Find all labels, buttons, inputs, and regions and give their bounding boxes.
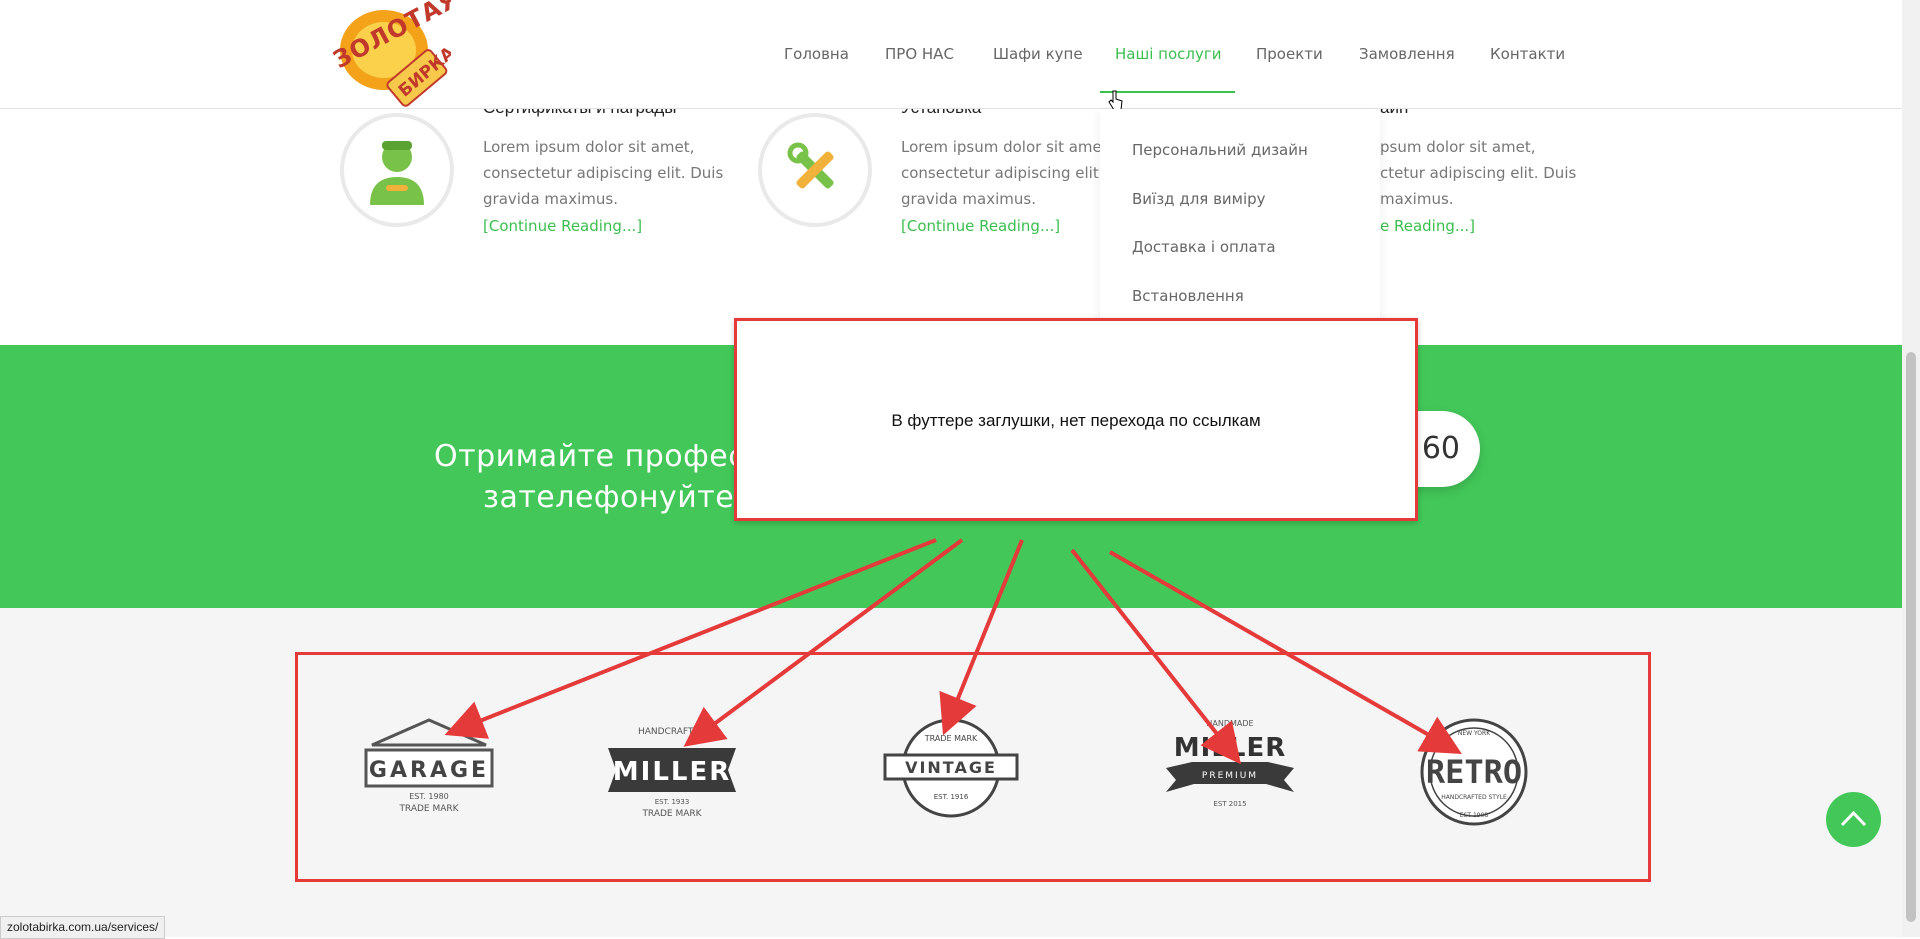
svg-text:MILLER: MILLER — [613, 757, 731, 787]
client-logo-retro[interactable]: NEW YORK RETRO HANDCRAFTED STYLE EST 190… — [1406, 717, 1542, 832]
nav-services[interactable]: Наші послуги — [1115, 45, 1221, 63]
svg-text:HANDCRAFTED: HANDCRAFTED — [638, 727, 706, 737]
continue-reading-link[interactable]: e Reading...] — [1380, 217, 1475, 235]
scrollbar-thumb[interactable] — [1906, 352, 1916, 922]
svg-text:EST. 1980: EST. 1980 — [409, 792, 449, 801]
cta-subheading: зателефонуйте — [483, 480, 735, 515]
chevron-up-icon — [1840, 810, 1867, 827]
top-navigation-bar: ЗОЛОТАЯ БИРКА Головна ПРО НАС Шафи купе … — [0, 0, 1902, 111]
nav-projects[interactable]: Проекти — [1256, 45, 1323, 63]
svg-text:TRADE MARK: TRADE MARK — [641, 809, 702, 819]
annotation-callout: В футтере заглушки, нет перехода по ссыл… — [734, 318, 1418, 521]
nav-contacts[interactable]: Контакти — [1490, 45, 1565, 63]
svg-text:TRADE MARK: TRADE MARK — [398, 804, 459, 814]
main-nav: Головна ПРО НАС Шафи купе Наші послуги П… — [0, 0, 1902, 108]
svg-text:HANDCRAFTED STYLE: HANDCRAFTED STYLE — [1441, 794, 1507, 801]
status-url: zolotabirka.com.ua/services/ — [0, 916, 166, 939]
cta-heading: Отримайте профес — [434, 439, 746, 474]
dropdown-item-measure[interactable]: Виїзд для виміру — [1132, 190, 1266, 208]
worker-icon — [340, 113, 454, 227]
svg-text:EST 1908: EST 1908 — [1460, 812, 1489, 819]
annotation-text: В футтере заглушки, нет перехода по ссыл… — [891, 411, 1261, 430]
nav-about[interactable]: ПРО НАС — [885, 45, 954, 63]
svg-text:PREMIUM: PREMIUM — [1202, 771, 1258, 781]
svg-text:TRADE MARK: TRADE MARK — [924, 734, 978, 743]
dropdown-item-delivery[interactable]: Доставка і оплата — [1132, 238, 1276, 256]
scroll-to-top-button[interactable] — [1826, 792, 1881, 847]
svg-text:RETRO: RETRO — [1426, 753, 1522, 791]
client-logo-miller-premium[interactable]: HANDMADE MILLER PREMIUM EST 2015 — [1162, 712, 1298, 817]
continue-reading-link[interactable]: [Continue Reading...] — [901, 217, 1060, 235]
tools-icon — [758, 113, 872, 227]
nav-wardrobes[interactable]: Шафи купе — [993, 45, 1083, 63]
phone-number: 60 — [1421, 431, 1460, 466]
svg-text:EST. 1933: EST. 1933 — [655, 798, 690, 806]
svg-text:MILLER: MILLER — [1174, 733, 1286, 763]
feature-text: psum dolor sit amet, ctetur adipiscing e… — [1380, 138, 1577, 208]
svg-text:NEW YORK: NEW YORK — [1458, 730, 1491, 737]
feature-text: Lorem ipsum dolor sit amet, consectetur … — [483, 138, 724, 208]
client-logo-garage[interactable]: GARAGE EST. 1980 TRADE MARK — [362, 715, 496, 820]
client-logo-miller[interactable]: HANDCRAFTED MILLER EST. 1933 TRADE MARK — [604, 720, 740, 825]
client-logo-vintage[interactable]: TRADE MARK VINTAGE EST. 1916 — [883, 715, 1019, 826]
svg-text:HANDMADE: HANDMADE — [1206, 719, 1253, 728]
svg-text:GARAGE: GARAGE — [369, 758, 489, 783]
nav-home[interactable]: Головна — [784, 45, 849, 63]
continue-reading-link[interactable]: [Continue Reading...] — [483, 217, 642, 235]
nav-orders[interactable]: Замовлення — [1359, 45, 1455, 63]
services-dropdown: Персональний дизайн Виїзд для виміру Дос… — [1100, 109, 1380, 319]
svg-text:EST. 1916: EST. 1916 — [934, 793, 969, 801]
svg-text:VINTAGE: VINTAGE — [905, 758, 997, 777]
dropdown-item-design[interactable]: Персональний дизайн — [1132, 141, 1308, 159]
dropdown-item-install[interactable]: Встановлення — [1132, 287, 1244, 305]
svg-text:EST 2015: EST 2015 — [1213, 800, 1246, 808]
